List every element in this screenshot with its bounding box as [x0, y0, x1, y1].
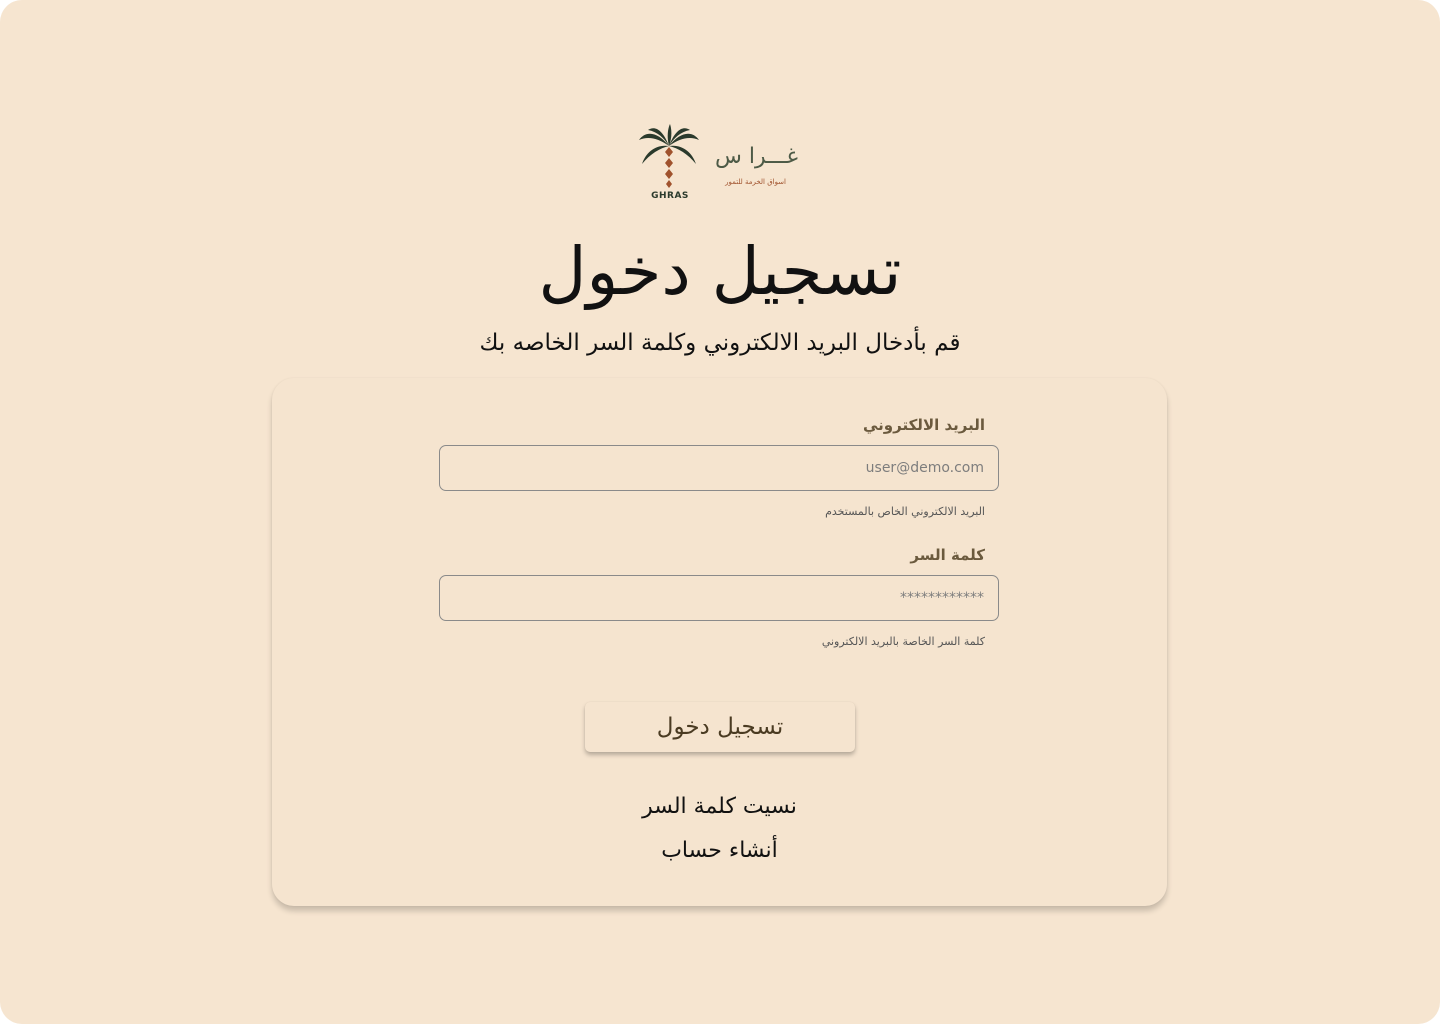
page-title: تسجيل دخول: [538, 233, 902, 310]
login-button[interactable]: تسجيل دخول: [585, 702, 855, 752]
password-field[interactable]: [439, 575, 999, 621]
ghras-logo: غـــرا س اسواق الخرمة للتمور GHRAS: [636, 124, 806, 206]
logo-english-name: GHRAS: [651, 191, 689, 201]
password-hint: كلمة السر الخاصة بالبريد الالكتروني: [821, 635, 985, 648]
logo-tagline: اسواق الخرمة للتمور: [725, 178, 786, 186]
create-account-link[interactable]: أنشاء حساب: [272, 838, 1167, 863]
page-subtitle: قم بأدخال البريد الالكتروني وكلمة السر ا…: [479, 330, 961, 356]
forgot-password-link[interactable]: نسيت كلمة السر: [272, 794, 1167, 819]
email-field[interactable]: [439, 445, 999, 491]
login-page: غـــرا س اسواق الخرمة للتمور GHRAS تسجيل…: [0, 0, 1440, 1024]
email-label: البريد الالكتروني: [863, 416, 985, 434]
logo-arabic-name: غـــرا س: [715, 144, 798, 169]
password-label: كلمة السر: [910, 546, 985, 564]
email-hint: البريد الالكتروني الخاص بالمستخدم: [825, 505, 985, 518]
login-card: البريد الالكتروني البريد الالكتروني الخا…: [272, 378, 1167, 906]
